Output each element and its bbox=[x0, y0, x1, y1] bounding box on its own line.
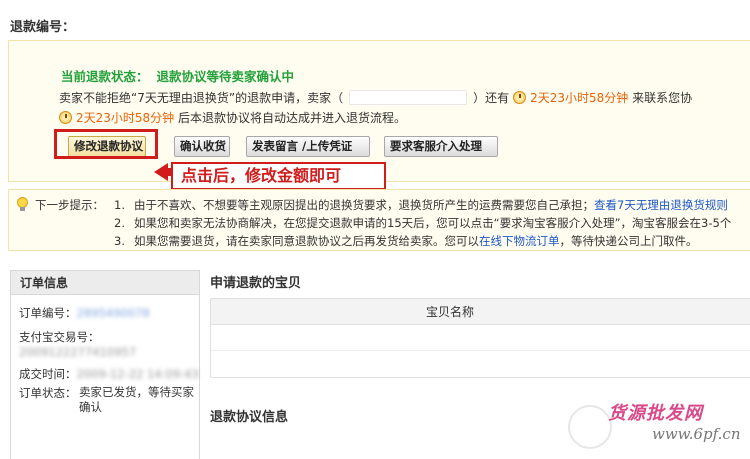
refund-number-label: 退款编号： bbox=[10, 20, 76, 35]
description-text: ）还有 bbox=[473, 91, 510, 105]
alipay-number: 2009122277410957 bbox=[19, 345, 137, 359]
return-rules-link[interactable]: 查看7天无理由退换货规则 bbox=[594, 198, 728, 212]
annotation-callout: 点击后，修改金额即可 bbox=[171, 162, 386, 190]
order-number-row: 订单编号：2895490078 bbox=[19, 305, 150, 321]
online-logistics-order-link[interactable]: 在线下物流订单 bbox=[479, 234, 560, 248]
status-description-line-2: 2天23小时58分钟 后本退款协议将自动达成并进入退货流程。 bbox=[59, 109, 406, 126]
refund-status-value: 退款协议等待卖家确认中 bbox=[156, 69, 295, 84]
order-info-title: 订单信息 bbox=[11, 271, 199, 295]
refund-status-panel: 当前退款状态： 退款协议等待卖家确认中 卖家不能拒绝“7天无理由退换货”的退款申请… bbox=[8, 40, 750, 182]
alipay-label: 支付宝交易号： bbox=[19, 330, 100, 344]
tip-text: ，等待快递公司上门取件。 bbox=[559, 234, 698, 248]
refund-goods-table: 宝贝名称 bbox=[210, 298, 750, 378]
lightbulb-icon bbox=[17, 197, 28, 211]
tips-label: 下一步提示： bbox=[35, 198, 104, 212]
order-state-label: 订单状态： bbox=[19, 386, 77, 400]
description-text: 后本退款协议将自动达成并进入退货流程。 bbox=[178, 111, 407, 125]
watermark-logo-icon bbox=[568, 405, 612, 449]
tip-item: 1. 由于不喜欢、不想要等主观原因提出的退换货要求，退换货所产生的运费需要您自己承… bbox=[114, 197, 728, 213]
next-step-tips: 下一步提示： 1. 由于不喜欢、不想要等主观原因提出的退换货要求，退换货所产生的运… bbox=[8, 189, 750, 251]
description-text: 来联系您协 bbox=[632, 91, 693, 105]
order-state-value: 卖家已发货，等待买家确认 bbox=[79, 385, 194, 414]
tip-text: 如果您和卖家无法协商解决，在您提交退款申请的15天后，您可以点击“要求淘宝客服介… bbox=[134, 216, 732, 230]
refund-agreement-title: 退款协议信息 bbox=[210, 410, 289, 425]
seller-name-redacted bbox=[349, 90, 468, 105]
table-row bbox=[211, 325, 750, 351]
countdown-time: 2天23小时58分钟 bbox=[76, 111, 175, 125]
refund-status: 当前退款状态： 退款协议等待卖家确认中 bbox=[61, 66, 294, 85]
status-description-line-1: 卖家不能拒绝“7天无理由退换货”的退款申请，卖家（ ）还有 2天23小时58分钟 来… bbox=[59, 89, 692, 106]
post-message-upload-button[interactable]: 发表留言 /上传凭证 bbox=[246, 136, 370, 157]
tip-item: 3. 如果您需要退货，请在卖家同意退款协议之后再发货给卖家。您可以在线下物流订单，… bbox=[114, 233, 698, 249]
countdown-time: 2天23小时58分钟 bbox=[530, 91, 629, 105]
goods-name-column-header: 宝贝名称 bbox=[211, 299, 750, 325]
annotation-arrow-icon bbox=[154, 163, 168, 181]
tip-number: 2. bbox=[114, 216, 125, 230]
deal-time-row: 成交时间：2009-12-22 14:09:43 bbox=[19, 366, 199, 382]
tip-number: 1. bbox=[114, 198, 125, 212]
description-text: 卖家不能拒绝“7天无理由退换货”的退款申请，卖家（ bbox=[59, 91, 344, 105]
refund-goods-title: 申请退款的宝贝 bbox=[210, 276, 302, 291]
request-service-button[interactable]: 要求客服介入处理 bbox=[384, 136, 498, 157]
clock-icon bbox=[513, 91, 527, 104]
watermark: 货源批发网 www.6pf.cn bbox=[568, 395, 748, 453]
confirm-receipt-button[interactable]: 确认收货 bbox=[174, 136, 230, 157]
modify-refund-agreement-button[interactable]: 修改退款协议 bbox=[68, 136, 146, 157]
watermark-text: 货源批发网 bbox=[608, 403, 703, 424]
tip-item: 2. 如果您和卖家无法协商解决，在您提交退款申请的15天后，您可以点击“要求淘宝客… bbox=[114, 215, 731, 231]
table-row bbox=[211, 351, 750, 377]
tip-number: 3. bbox=[114, 234, 125, 248]
order-number-label: 订单编号： bbox=[19, 306, 77, 320]
deal-time-label: 成交时间： bbox=[19, 367, 77, 381]
clock-icon bbox=[59, 111, 72, 124]
deal-time-value: 2009-12-22 14:09:43 bbox=[76, 367, 199, 381]
order-info-panel: 订单信息 订单编号：2895490078 支付宝交易号： 20091222774… bbox=[10, 270, 200, 459]
watermark-url: www.6pf.cn bbox=[652, 425, 741, 443]
refund-status-label: 当前退款状态： bbox=[61, 69, 149, 84]
tip-text: 由于不喜欢、不想要等主观原因提出的退换货要求，退换货所产生的运费需要您自己承担； bbox=[134, 198, 594, 212]
order-number-link[interactable]: 2895490078 bbox=[77, 306, 150, 320]
tip-text: 如果您需要退货，请在卖家同意退款协议之后再发货给卖家。您可以 bbox=[134, 234, 479, 248]
